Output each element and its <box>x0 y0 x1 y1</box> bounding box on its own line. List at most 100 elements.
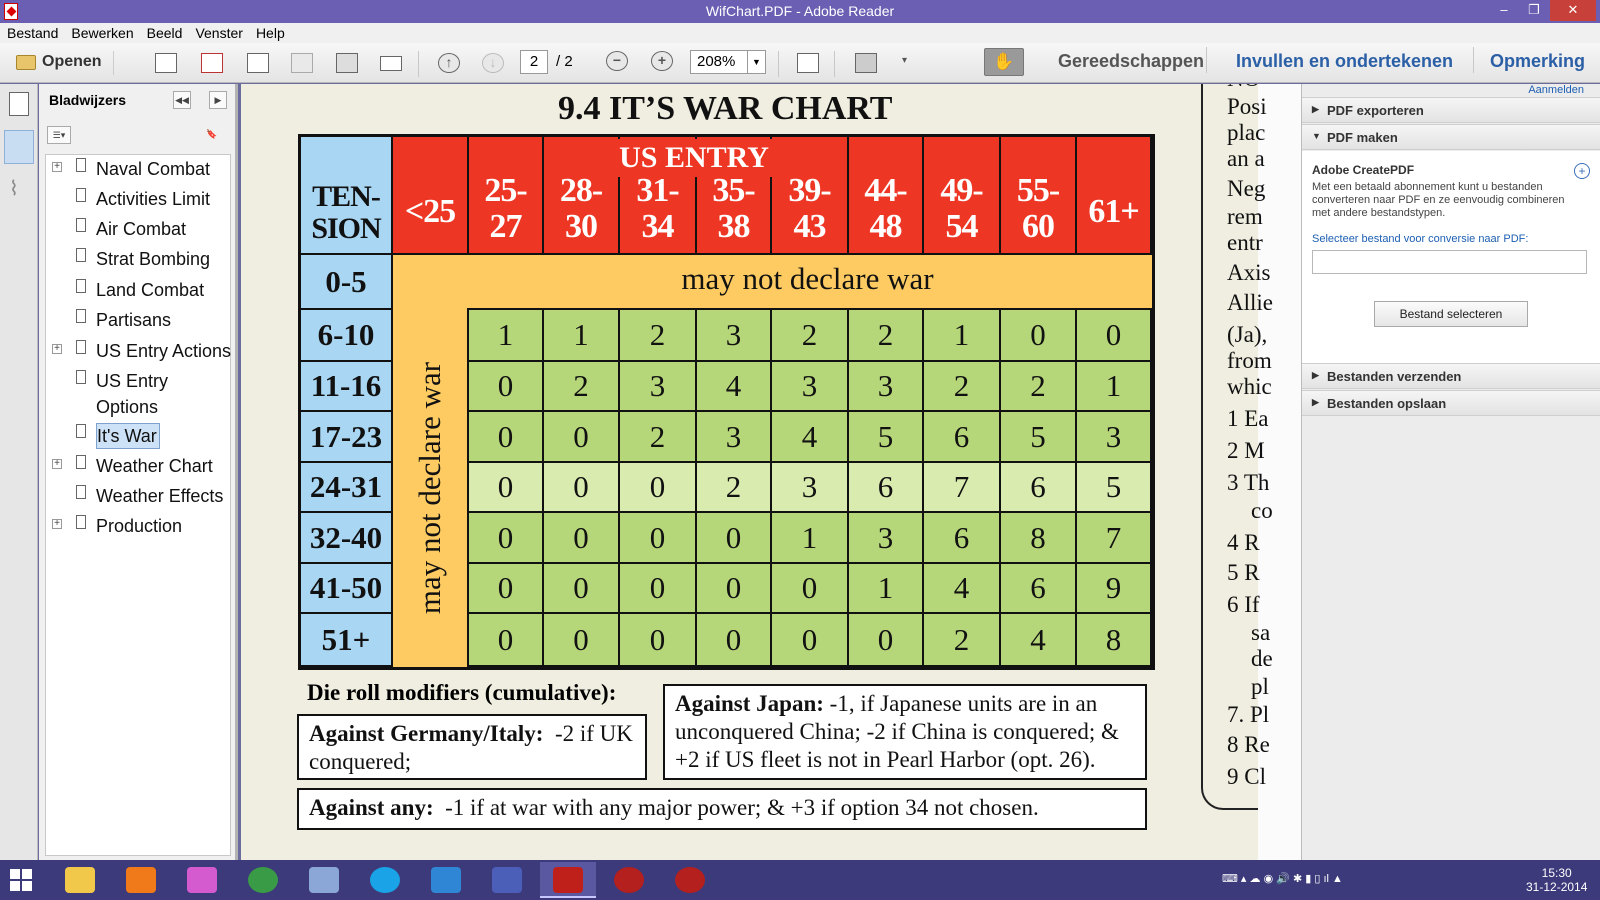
close-button[interactable]: ✕ <box>1550 0 1596 21</box>
bookmark-icon <box>76 158 86 172</box>
chart-value-cell: 3 <box>620 362 697 412</box>
chart-value-cell: 0 <box>469 463 544 513</box>
header-text: 28- <box>559 172 603 209</box>
createpdf-description: Met een betaald abonnement kunt u bestan… <box>1312 181 1565 219</box>
comment-tab[interactable]: Opmerking <box>1490 51 1585 72</box>
taskbar-wif-game-2-icon[interactable] <box>662 862 718 898</box>
expand-icon[interactable]: + <box>52 459 62 469</box>
section-pdf-export[interactable]: ▶ PDF exporteren <box>1302 97 1600 123</box>
print-icon[interactable] <box>336 53 358 73</box>
edit-icon[interactable] <box>247 53 269 73</box>
chart-value-cell: 1 <box>1077 362 1152 412</box>
menu-bewerken[interactable]: Bewerken <box>64 23 139 41</box>
windows-start-icon[interactable] <box>10 869 32 891</box>
chart-value-cell: 6 <box>849 463 924 513</box>
page-up-icon[interactable]: ↑ <box>438 53 460 73</box>
menu-venster[interactable]: Venster <box>188 23 248 41</box>
taskbar-wif-game-icon[interactable] <box>601 862 657 898</box>
tension-row-header: 51+ <box>301 614 393 667</box>
bookmark-label: Production <box>96 516 183 536</box>
chart-value-cell: 8 <box>1077 614 1152 667</box>
section-pdf-create[interactable]: ▼ PDF maken <box>1302 124 1600 150</box>
select-file-button[interactable]: Bestand selecteren <box>1374 301 1528 327</box>
create-pdf-icon[interactable] <box>155 53 177 73</box>
fill-sign-tab[interactable]: Invullen en ondertekenen <box>1236 51 1453 72</box>
next-page-text-line: 3 Th <box>1227 470 1270 495</box>
expand-icon[interactable]: + <box>52 162 62 172</box>
fit-page-icon[interactable] <box>797 53 819 73</box>
next-page-text-line: rem <box>1227 204 1263 229</box>
expand-icon[interactable]: + <box>52 344 62 354</box>
taskbar-media-player-icon[interactable] <box>113 862 169 898</box>
bookmark-label-line2: Options <box>96 397 159 417</box>
collapse-panel-icon[interactable]: ◀◀ <box>173 91 191 109</box>
chart-value-cell: 0 <box>697 564 772 614</box>
next-page-text-line: 8 Re <box>1227 732 1270 757</box>
zoom-out-icon[interactable]: − <box>606 51 628 71</box>
save-icon[interactable] <box>291 53 313 73</box>
maximize-button[interactable]: ❐ <box>1520 0 1548 21</box>
tension-row-header: 24-31 <box>301 463 393 513</box>
menu-beeld[interactable]: Beeld <box>140 23 189 41</box>
page-number-input[interactable]: 2 <box>520 50 548 74</box>
taskbar-file-explorer-icon[interactable] <box>52 862 108 898</box>
system-tray[interactable]: ⌨ ▴ ☁ ◉ 🔊 ✱ ▮ ▯ ıl ▲ <box>1222 872 1492 888</box>
next-page-text-line: Posi <box>1227 94 1267 119</box>
fullscreen-icon[interactable] <box>855 53 877 73</box>
login-link[interactable]: Aanmelden <box>1528 84 1584 96</box>
section-send-files[interactable]: ▶ Bestanden verzenden <box>1302 363 1600 389</box>
menu-bar: Bestand Bewerken Beeld Venster Help <box>0 23 1600 43</box>
taskbar-wings-icon[interactable] <box>418 862 474 898</box>
taskbar-adobe-reader-icon[interactable] <box>540 862 596 898</box>
next-page-text-line: 5 R <box>1227 560 1260 585</box>
convert-pdf-icon[interactable] <box>201 53 223 73</box>
hand-tool-icon[interactable]: ✋ <box>984 48 1024 76</box>
zoom-value: 208% <box>697 53 736 70</box>
email-icon[interactable] <box>380 56 402 71</box>
clock[interactable]: 15:30 31-12-2014 <box>1526 866 1587 894</box>
chart-value-cell: 4 <box>697 362 772 412</box>
next-page-text-line: 2 M <box>1227 438 1265 463</box>
taskbar-thunderbird-icon[interactable] <box>296 862 352 898</box>
menu-help[interactable]: Help <box>249 23 291 41</box>
zoom-in-icon[interactable]: + <box>651 51 673 71</box>
file-input[interactable] <box>1312 250 1587 274</box>
zoom-select[interactable]: 208% ▼ <box>690 50 766 74</box>
header-text: 48 <box>869 208 903 245</box>
chart-value-cell: 2 <box>620 412 697 463</box>
bookmark-icon <box>76 485 86 499</box>
taskbar-chrome-icon[interactable] <box>235 862 291 898</box>
document-view[interactable]: 9.4 IT’S WAR CHART TEN- SION <25 25- 27 28- 30… <box>241 84 1301 860</box>
minimize-button[interactable]: ‒ <box>1490 0 1518 21</box>
bookmarks-panel-icon[interactable] <box>4 130 34 164</box>
chart-value-cell: 7 <box>1077 513 1152 564</box>
bookmark-tree: + Naval Combat Activities Limit Air Combat S… <box>45 154 231 856</box>
attachments-icon[interactable]: ⌇ <box>9 176 29 200</box>
section-save-files[interactable]: ▶ Bestanden opslaan <box>1302 390 1600 416</box>
title-bar: WifChart.PDF - Adobe Reader ‒ ❐ ✕ <box>0 0 1600 23</box>
toolbar-more-icon[interactable]: ▾ <box>902 55 907 66</box>
chart-value-cell: 0 <box>1077 310 1152 362</box>
chart-value-cell: 0 <box>469 614 544 667</box>
tools-tab[interactable]: Gereedschappen <box>1058 51 1204 72</box>
menu-bestand[interactable]: Bestand <box>0 23 64 41</box>
chart-value-cell: 0 <box>469 564 544 614</box>
add-icon[interactable]: + <box>1574 163 1590 179</box>
chart-value-cell: 0 <box>544 564 620 614</box>
expand-icon[interactable]: + <box>52 519 62 529</box>
panel-options-icon[interactable]: ▶ <box>209 91 227 109</box>
open-button[interactable]: Openen <box>14 51 114 75</box>
page-thumbnails-icon[interactable] <box>9 92 29 116</box>
taskbar-skype-icon[interactable] <box>357 862 413 898</box>
page-down-icon[interactable]: ↓ <box>482 53 504 73</box>
open-label: Openen <box>42 53 102 70</box>
new-bookmark-icon[interactable]: 🔖 <box>203 126 221 144</box>
any-text: -1 if at war with any major power; & +3 … <box>445 795 1039 820</box>
next-page-text-line: pl <box>1251 674 1269 699</box>
taskbar-photos-icon[interactable] <box>174 862 230 898</box>
chart-value-cell: 4 <box>772 412 849 463</box>
chart-value-cell: 6 <box>1001 564 1077 614</box>
bookmark-options-icon[interactable]: ☰▾ <box>47 126 71 144</box>
taskbar-notepad-icon[interactable] <box>479 862 535 898</box>
next-page-text-line: 7. Pl <box>1227 702 1270 727</box>
